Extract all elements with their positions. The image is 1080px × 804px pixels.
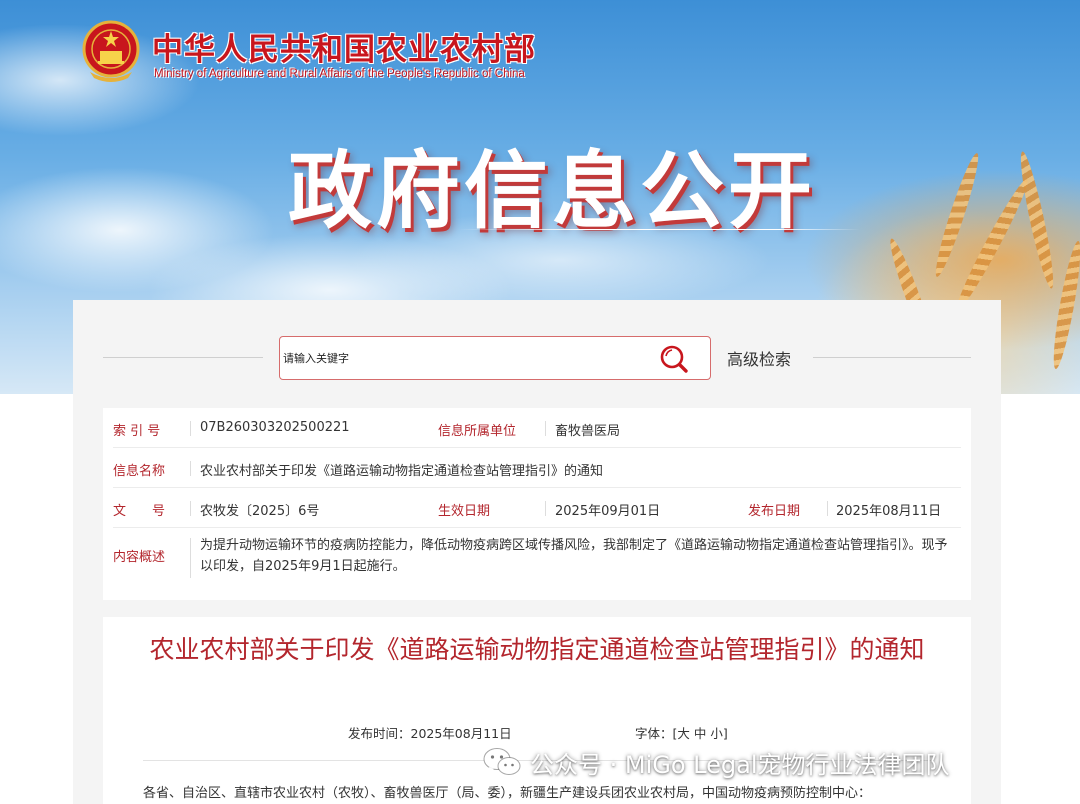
metadata-table: 索 引 号 07B260303202500221 信息所属单位 畜牧兽医局 信息…	[103, 408, 971, 600]
unit-label: 信息所属单位	[438, 424, 517, 439]
search-divider-right	[813, 357, 971, 358]
banner-title: 政府信息公开	[288, 142, 817, 240]
name-label: 信息名称	[113, 464, 166, 479]
document-body-first-line: 各省、自治区、直辖市农业农村（农牧）、畜牧兽医厅（局、委），新疆生产建设兵团农业…	[143, 786, 872, 801]
search-divider-left	[103, 357, 263, 358]
wheat-decoration	[1048, 239, 1080, 371]
font-size-selector[interactable]: 字体：[大 中 小]	[635, 723, 728, 742]
column-separator	[190, 501, 191, 516]
column-separator	[190, 538, 191, 578]
wechat-watermark: 公众号 · MiGo Legal宠物行业法律团队	[482, 745, 950, 779]
column-separator	[190, 421, 191, 436]
meta-row-index: 索 引 号 07B260303202500221 信息所属单位 畜牧兽医局	[113, 408, 961, 448]
national-emblem-icon	[82, 20, 140, 82]
unit-value: 畜牧兽医局	[555, 424, 621, 439]
wechat-icon	[483, 748, 521, 775]
column-separator	[190, 461, 191, 476]
meta-row-name: 信息名称 农业农村部关于印发《道路运输动物指定通道检查站管理指引》的通知	[113, 448, 961, 488]
effective-date-label: 生效日期	[438, 504, 491, 519]
effective-date-value: 2025年09月01日	[555, 504, 661, 519]
summary-label: 内容概述	[113, 550, 166, 565]
column-separator	[545, 421, 546, 436]
publish-date-value: 2025年08月11日	[836, 504, 942, 519]
doc-no-value: 农牧发〔2025〕6号	[200, 504, 320, 519]
search-box	[279, 336, 711, 380]
wheat-decoration	[1015, 150, 1059, 290]
search-bar: 高级检索	[73, 336, 1001, 382]
column-separator	[545, 501, 546, 516]
column-separator	[827, 501, 828, 516]
site-title[interactable]: 中华人民共和国农业农村部	[152, 24, 536, 69]
watermark-text: 公众号 · MiGo Legal宠物行业法律团队	[530, 750, 950, 779]
index-label: 索 引 号	[113, 424, 161, 439]
meta-row-summary: 内容概述 为提升动物运输环节的疫病防控能力，降低动物疫病跨区域传播风险，我部制定…	[113, 528, 961, 588]
publish-date-label: 发布日期	[748, 504, 801, 519]
doc-no-label: 文 号	[113, 504, 166, 519]
advanced-search-link[interactable]: 高级检索	[727, 346, 791, 370]
name-value: 农业农村部关于印发《道路运输动物指定通道检查站管理指引》的通知	[200, 464, 604, 479]
meta-row-docno: 文 号 农牧发〔2025〕6号 生效日期 2025年09月01日 发布日期 20…	[113, 488, 961, 528]
site-subtitle: Ministry of Agriculture and Rural Affair…	[154, 68, 525, 80]
banner-divider	[458, 229, 860, 230]
search-input[interactable]	[281, 338, 641, 378]
search-icon[interactable]	[658, 344, 690, 374]
publish-time: 发布时间：2025年08月11日	[348, 726, 512, 741]
document-title: 农业农村部关于印发《道路运输动物指定通道检查站管理指引》的通知	[149, 635, 925, 664]
index-value: 07B260303202500221	[200, 420, 350, 435]
content-panel: 高级检索 索 引 号 07B260303202500221 信息所属单位 畜牧兽…	[73, 300, 1001, 804]
summary-value: 为提升动物运输环节的疫病防控能力，降低动物疫病跨区域传播风险，我部制定了《道路运…	[200, 538, 948, 574]
